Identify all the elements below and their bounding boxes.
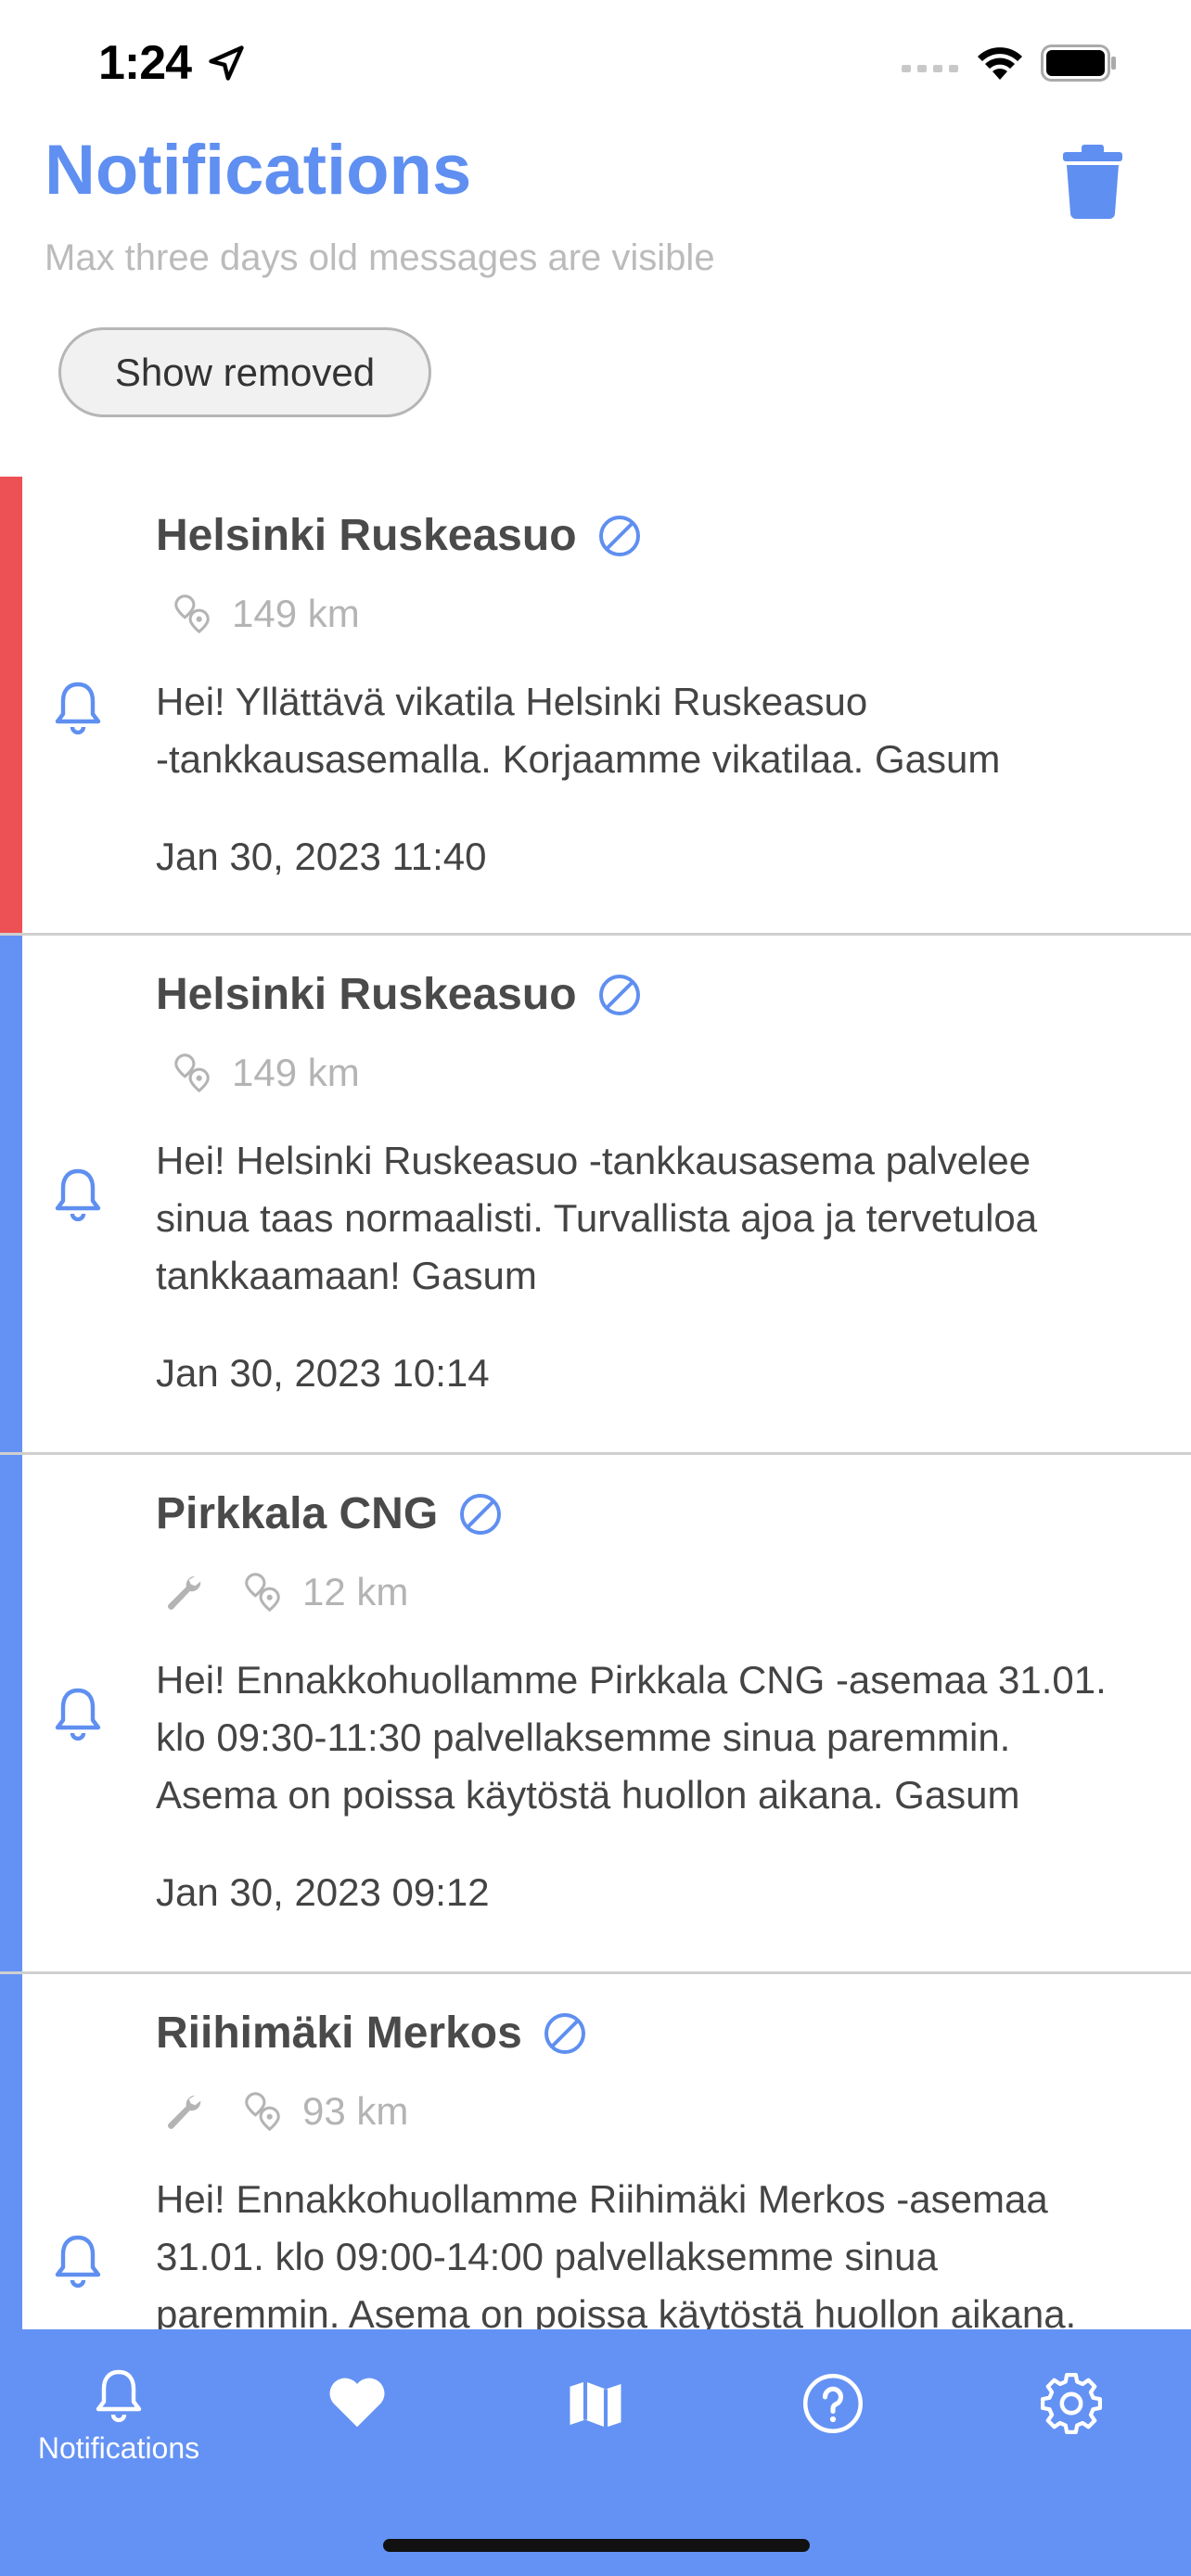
tab-notifications[interactable]: Notifications [7, 2366, 230, 2466]
station-name-text: Riihimäki Merkos [156, 2009, 522, 2058]
notification-message: Hei! Ennakkohuollamme Riihimäki Merkos -… [156, 2177, 1077, 2336]
bell-icon [55, 1168, 101, 1221]
help-icon [802, 2373, 864, 2434]
notification-message: Hei! Yllättävä vikatila Helsinki Ruskeas… [156, 680, 1001, 781]
notification-date: Jan 30, 2023 10:14 [156, 1351, 490, 1395]
notification-card[interactable]: Helsinki Ruskeasuo 149 km Hei! Yllättävä… [0, 477, 1191, 936]
header: Notifications Max three days old message… [0, 130, 1191, 473]
notification-message: Hei! Helsinki Ruskeasuo -tankkausasema p… [156, 1139, 1038, 1297]
station-name-text: Helsinki Ruskeasuo [156, 970, 577, 1019]
tab-help[interactable] [722, 2372, 944, 2435]
wrench-icon [168, 1575, 201, 1610]
notification-date: Jan 30, 2023 11:40 [156, 835, 487, 878]
cellular-signal-icon [902, 65, 958, 72]
tab-label: Notifications [37, 2431, 200, 2465]
location-pin-icon [174, 1053, 210, 1093]
show-removed-button[interactable]: Show removed [58, 327, 431, 417]
station-meta: 93 km [161, 2089, 408, 2134]
location-pin-icon [245, 1573, 280, 1613]
bell-icon [55, 1688, 101, 1741]
notification-date: Jan 30, 2023 09:12 [156, 1870, 490, 1914]
severity-stripe [0, 1974, 22, 2364]
battery-icon [1041, 45, 1116, 82]
station-name: Helsinki Ruskeasuo [156, 969, 642, 1020]
location-arrow-icon [209, 45, 244, 81]
location-pin-icon [245, 2092, 280, 2132]
station-name-text: Pirkkala CNG [156, 1489, 439, 1538]
heart-icon [329, 2378, 385, 2428]
wifi-icon [978, 47, 1022, 80]
severity-stripe [0, 477, 22, 933]
bell-icon [55, 2235, 101, 2288]
tab-settings[interactable] [960, 2372, 1183, 2435]
status-indicators [902, 45, 1117, 82]
station-meta: 149 km [171, 592, 360, 636]
station-meta: 12 km [161, 1570, 408, 1614]
severity-stripe [0, 936, 22, 1452]
tab-favorites[interactable] [246, 2374, 468, 2429]
station-name: Pirkkala CNG [156, 1488, 503, 1539]
tab-map[interactable] [484, 2374, 707, 2435]
notification-card[interactable]: Pirkkala CNG 12 km Hei! Ennakkohuollamme… [0, 1455, 1191, 1974]
status-bar: 1:24 [0, 0, 1191, 130]
station-name: Helsinki Ruskeasuo [156, 510, 642, 561]
bell-icon [96, 2369, 142, 2422]
block-icon[interactable] [597, 973, 642, 1017]
block-icon[interactable] [543, 2011, 587, 2056]
page-title: Notifications [45, 131, 472, 210]
distance: 93 km [302, 2089, 409, 2133]
block-icon[interactable] [597, 514, 642, 558]
station-name-text: Helsinki Ruskeasuo [156, 511, 577, 560]
status-time: 1:24 [98, 36, 192, 90]
notification-message: Hei! Ennakkohuollamme Pirkkala CNG -asem… [156, 1658, 1107, 1817]
station-name: Riihimäki Merkos [156, 2008, 587, 2059]
trash-icon[interactable] [1059, 145, 1126, 219]
home-indicator[interactable] [383, 2539, 810, 2552]
notification-card[interactable]: Riihimäki Merkos 93 km Hei! Ennakkohuoll… [0, 1974, 1191, 2364]
notification-card[interactable]: Helsinki Ruskeasuo 149 km Hei! Helsinki … [0, 936, 1191, 1455]
station-meta: 149 km [171, 1051, 360, 1095]
bell-icon [55, 682, 101, 734]
severity-stripe [0, 1455, 22, 1971]
gear-icon [1040, 2372, 1103, 2435]
block-icon[interactable] [458, 1492, 503, 1537]
wrench-icon [168, 2095, 201, 2129]
location-pin-icon [174, 594, 210, 634]
map-icon [570, 2381, 621, 2428]
distance: 149 km [232, 1051, 360, 1094]
page-subtitle: Max three days old messages are visible [45, 237, 715, 278]
distance: 12 km [302, 1570, 409, 1613]
distance: 149 km [232, 592, 360, 635]
